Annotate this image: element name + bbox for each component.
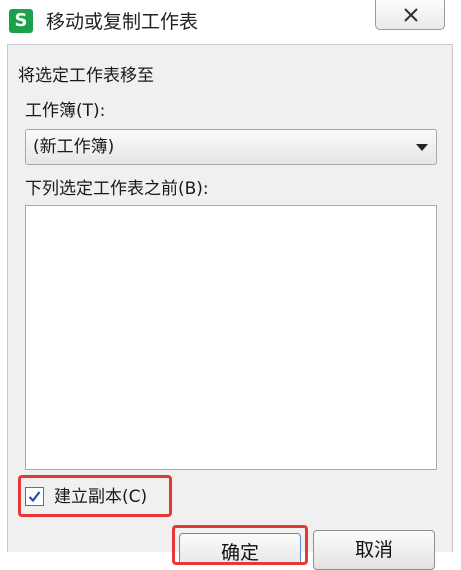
app-logo-icon: S xyxy=(9,9,33,33)
cancel-button[interactable]: 取消 xyxy=(313,530,435,570)
move-to-label: 将选定工作表移至 xyxy=(18,66,154,86)
dialog-body: 将选定工作表移至 工作簿(T): (新工作簿) 下列选定工作表之前(B): 建立… xyxy=(7,44,453,570)
dialog-title: 移动或复制工作表 xyxy=(46,11,199,33)
before-sheet-listbox[interactable] xyxy=(25,205,437,470)
workbook-select[interactable]: (新工作簿) xyxy=(25,129,437,165)
dropdown-arrow-icon[interactable] xyxy=(416,144,428,151)
title-bar: S 移动或复制工作表 xyxy=(0,0,461,44)
workbook-select-value: (新工作簿) xyxy=(33,137,115,157)
workbook-label: 工作簿(T): xyxy=(25,101,106,121)
ok-button[interactable]: 确定 xyxy=(179,533,301,562)
checkmark-icon xyxy=(28,491,41,503)
close-icon xyxy=(404,8,418,22)
before-sheet-label: 下列选定工作表之前(B): xyxy=(25,179,209,199)
close-button[interactable] xyxy=(375,0,445,30)
copy-checkbox-label[interactable]: 建立副本(C) xyxy=(54,486,147,508)
copy-checkbox[interactable] xyxy=(25,487,44,506)
ok-highlight-box: 确定 xyxy=(172,525,308,565)
